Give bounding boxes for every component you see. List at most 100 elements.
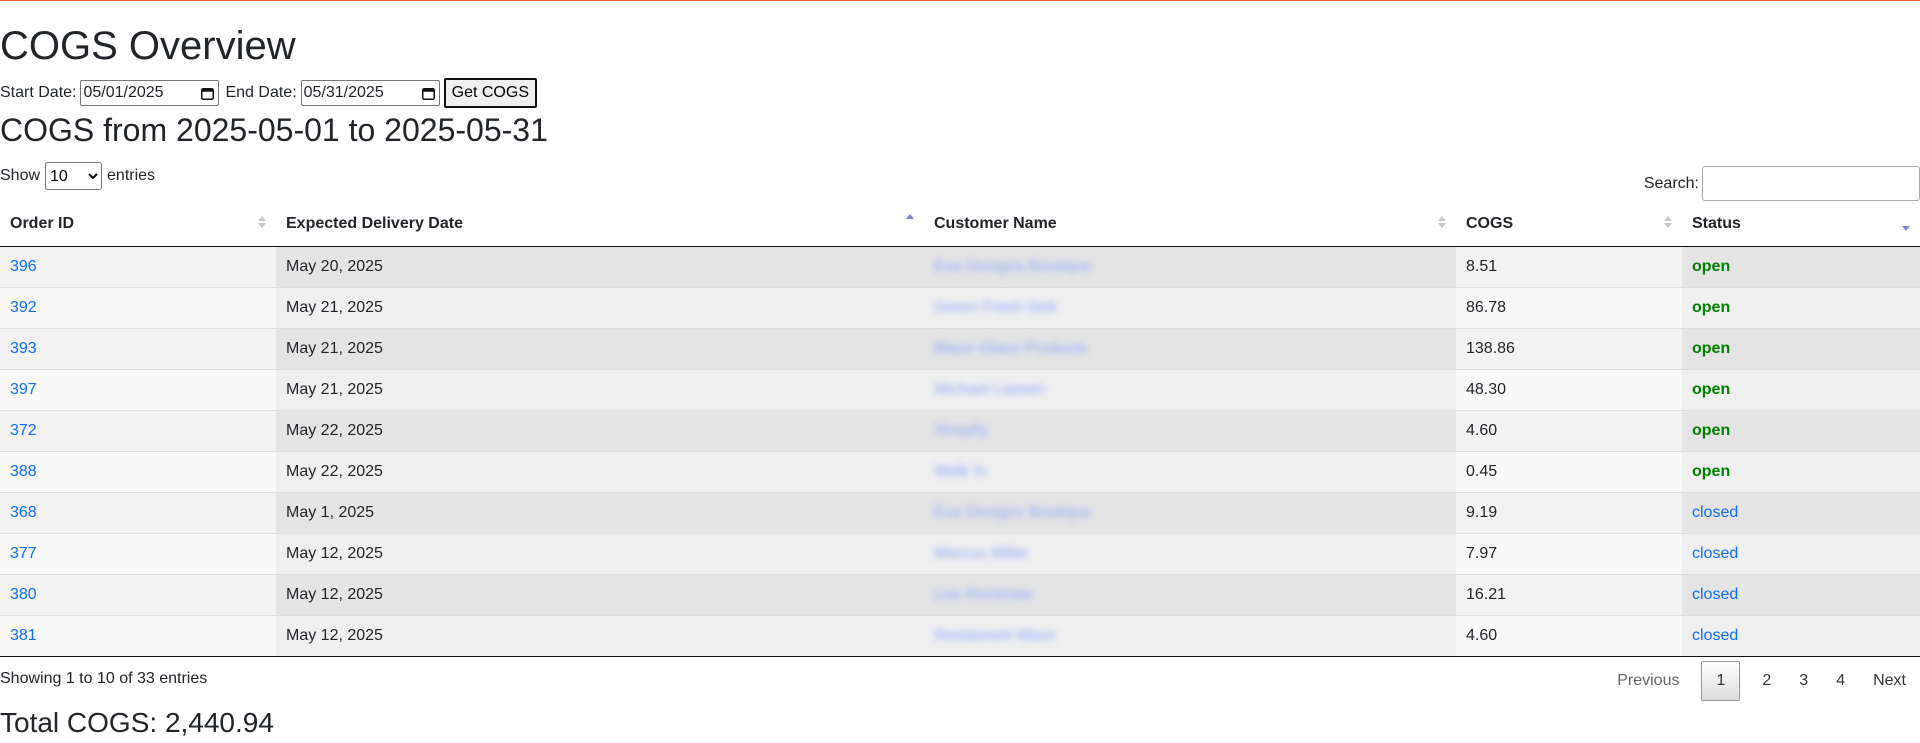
customer-name-link[interactable]: Walk In: [934, 463, 987, 480]
table-header-row: Order ID Expected Delivery Date Customer…: [0, 202, 1920, 247]
page-button-2[interactable]: 2: [1748, 661, 1785, 701]
delivery-date-cell: May 22, 2025: [276, 409, 924, 451]
customer-name-link[interactable]: Eva Designs Boutique: [934, 504, 1091, 521]
status-badge: open: [1692, 462, 1731, 480]
cogs-cell: 7.97: [1456, 532, 1682, 574]
column-header-label: COGS: [1466, 214, 1514, 232]
order-id-link[interactable]: 397: [10, 381, 37, 398]
pagination: Previous 1 2 3 4 Next: [1603, 660, 1920, 701]
cogs-cell: 4.60: [1456, 409, 1682, 451]
customer-name-link[interactable]: Green Fresh Deli: [934, 299, 1056, 316]
calendar-icon[interactable]: [201, 87, 215, 100]
get-cogs-button[interactable]: Get COGS: [443, 78, 537, 108]
delivery-date-cell: May 20, 2025: [276, 246, 924, 287]
cogs-cell: 4.60: [1456, 614, 1682, 657]
end-date-value: 05/31/2025: [303, 84, 384, 101]
date-filter-form: Start Date: 05/01/2025 End Date: 05/31/2…: [0, 78, 1920, 108]
start-date-label: Start Date:: [0, 84, 77, 101]
page-button-1[interactable]: 1: [1701, 660, 1741, 701]
table-row: 397 May 21, 2025 Michael Lassen 48.30 op…: [0, 368, 1920, 410]
cogs-cell: 8.51: [1456, 246, 1682, 287]
order-id-link[interactable]: 380: [10, 586, 37, 603]
customer-name-link[interactable]: Michael Lassen: [934, 381, 1045, 398]
customer-name-link[interactable]: Shopify: [934, 422, 987, 439]
sort-ascending-icon: [906, 214, 914, 230]
table-row: 396 May 20, 2025 Eva Designs Boutique 8.…: [0, 246, 1920, 287]
table-row: 381 May 12, 2025 Restaurant Maze 4.60 cl…: [0, 614, 1920, 657]
cogs-cell: 138.86: [1456, 327, 1682, 369]
column-header-status[interactable]: Status: [1682, 202, 1920, 247]
start-date-input[interactable]: 05/01/2025: [80, 80, 220, 106]
delivery-date-cell: May 12, 2025: [276, 614, 924, 657]
column-header-cogs[interactable]: COGS: [1456, 202, 1682, 247]
delivery-date-cell: May 21, 2025: [276, 368, 924, 410]
order-id-link[interactable]: 396: [10, 258, 37, 275]
page-title: COGS Overview: [0, 24, 296, 68]
sort-icon: [1438, 216, 1446, 230]
delivery-date-cell: May 22, 2025: [276, 450, 924, 492]
column-header-label: Expected Delivery Date: [286, 214, 463, 232]
page-length-control: Show 10 entries: [0, 162, 155, 190]
table-row: 377 May 12, 2025 Marcus Miller 7.97 clos…: [0, 532, 1920, 574]
status-badge: open: [1692, 257, 1731, 275]
status-badge: open: [1692, 298, 1731, 316]
column-header-label: Status: [1692, 214, 1741, 232]
order-id-link[interactable]: 388: [10, 463, 37, 480]
status-link[interactable]: closed: [1692, 586, 1738, 603]
report-subtitle: COGS from 2025-05-01 to 2025-05-31: [0, 112, 548, 148]
delivery-date-cell: May 12, 2025: [276, 532, 924, 574]
status-link[interactable]: closed: [1692, 504, 1738, 521]
table-row: 372 May 22, 2025 Shopify 4.60 open: [0, 409, 1920, 451]
order-id-link[interactable]: 393: [10, 340, 37, 357]
column-header-label: Customer Name: [934, 214, 1057, 232]
page-button-4[interactable]: 4: [1822, 661, 1859, 701]
show-label: Show: [0, 167, 41, 184]
next-page-button[interactable]: Next: [1859, 661, 1920, 701]
sort-icon: [1664, 216, 1672, 230]
table-row: 388 May 22, 2025 Walk In 0.45 open: [0, 450, 1920, 492]
customer-name-link[interactable]: Eva Designs Boutique: [934, 258, 1091, 275]
sort-descending-icon: [1902, 216, 1910, 231]
delivery-date-cell: May 1, 2025: [276, 491, 924, 533]
cogs-cell: 86.78: [1456, 286, 1682, 328]
delivery-date-cell: May 12, 2025: [276, 573, 924, 615]
column-header-customer-name[interactable]: Customer Name: [924, 202, 1456, 247]
cogs-cell: 16.21: [1456, 573, 1682, 615]
order-id-link[interactable]: 368: [10, 504, 37, 521]
column-header-order-id[interactable]: Order ID: [0, 202, 276, 247]
customer-name-link[interactable]: Blaze Glass Products: [934, 340, 1087, 357]
customer-name-link[interactable]: Marcus Miller: [934, 545, 1029, 562]
status-badge: open: [1692, 380, 1731, 398]
order-id-link[interactable]: 372: [10, 422, 37, 439]
page-button-3[interactable]: 3: [1785, 661, 1822, 701]
order-id-link[interactable]: 377: [10, 545, 37, 562]
column-header-expected-delivery-date[interactable]: Expected Delivery Date: [276, 202, 924, 247]
table-row: 368 May 1, 2025 Eva Designs Boutique 9.1…: [0, 491, 1920, 533]
search-label: Search:: [1643, 174, 1699, 192]
calendar-icon[interactable]: [421, 87, 435, 100]
cogs-cell: 0.45: [1456, 450, 1682, 492]
table-row: 392 May 21, 2025 Green Fresh Deli 86.78 …: [0, 286, 1920, 328]
end-date-input[interactable]: 05/31/2025: [300, 80, 440, 106]
status-link[interactable]: closed: [1692, 627, 1738, 644]
table-footer: Showing 1 to 10 of 33 entries Previous 1…: [0, 657, 1920, 705]
cogs-cell: 48.30: [1456, 368, 1682, 410]
end-date-label: End Date:: [225, 84, 297, 101]
entries-label: entries: [107, 167, 156, 184]
cogs-table: Order ID Expected Delivery Date Customer…: [0, 202, 1920, 657]
order-id-link[interactable]: 381: [10, 627, 37, 644]
customer-name-link[interactable]: Lee Renshaw: [934, 586, 1032, 603]
table-row: 393 May 21, 2025 Blaze Glass Products 13…: [0, 327, 1920, 369]
status-link[interactable]: closed: [1692, 545, 1738, 562]
delivery-date-cell: May 21, 2025: [276, 327, 924, 369]
previous-page-button[interactable]: Previous: [1603, 661, 1693, 701]
cogs-overview-page: COGS Overview Start Date: 05/01/2025 End…: [0, 1, 1920, 739]
page-size-select[interactable]: 10: [45, 162, 103, 190]
search-input[interactable]: [1702, 166, 1920, 201]
customer-name-link[interactable]: Restaurant Maze: [934, 627, 1056, 644]
table-info: Showing 1 to 10 of 33 entries: [0, 669, 208, 687]
search-control: Search:: [1644, 166, 1920, 201]
order-id-link[interactable]: 392: [10, 299, 37, 316]
cogs-cell: 9.19: [1456, 491, 1682, 533]
status-badge: open: [1692, 339, 1731, 357]
